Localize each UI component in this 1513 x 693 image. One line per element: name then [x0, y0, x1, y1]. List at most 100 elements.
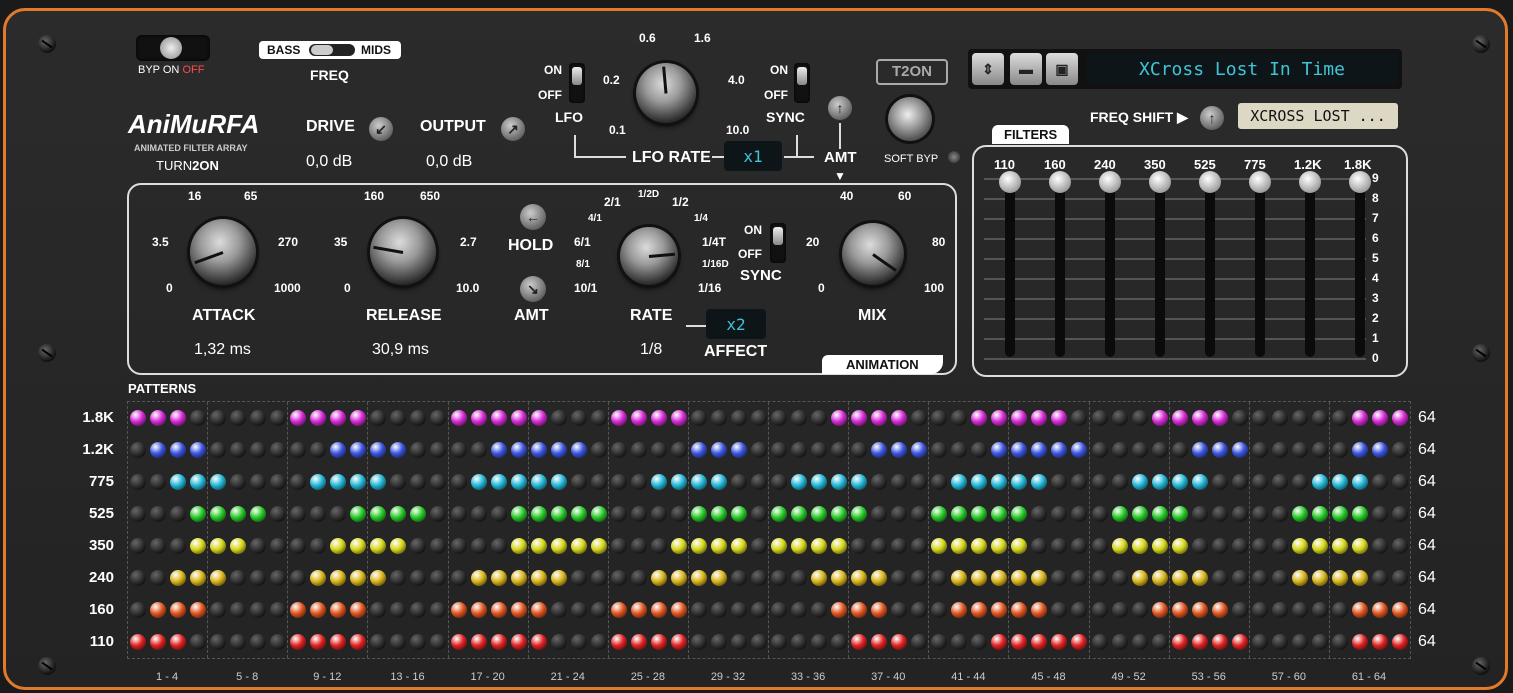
pattern-step[interactable]: [791, 538, 808, 554]
save-icon[interactable]: ▣: [1046, 53, 1078, 85]
pattern-step[interactable]: [1011, 442, 1028, 458]
pattern-step[interactable]: [290, 634, 307, 650]
pattern-step[interactable]: [650, 538, 667, 554]
pattern-step[interactable]: [1151, 442, 1168, 458]
pattern-step[interactable]: [831, 506, 848, 522]
pattern-step[interactable]: [210, 442, 227, 458]
pattern-step[interactable]: [791, 602, 808, 618]
pattern-step[interactable]: [650, 634, 667, 650]
pattern-step[interactable]: [1011, 410, 1028, 426]
pattern-step[interactable]: [230, 442, 247, 458]
pattern-step[interactable]: [330, 442, 347, 458]
pattern-step[interactable]: [410, 410, 427, 426]
pattern-step[interactable]: [911, 474, 928, 490]
pattern-step[interactable]: [590, 602, 607, 618]
pattern-step[interactable]: [1191, 410, 1208, 426]
pattern-step[interactable]: [610, 570, 627, 586]
pattern-step[interactable]: [190, 506, 207, 522]
pattern-step[interactable]: [450, 442, 467, 458]
pattern-step[interactable]: [510, 442, 527, 458]
pattern-step[interactable]: [230, 410, 247, 426]
pattern-step[interactable]: [490, 474, 507, 490]
pattern-step[interactable]: [1051, 442, 1068, 458]
pattern-step[interactable]: [791, 474, 808, 490]
pattern-step[interactable]: [710, 410, 727, 426]
pattern-step[interactable]: [150, 538, 167, 554]
pattern-step[interactable]: [1151, 410, 1168, 426]
pattern-step[interactable]: [730, 538, 747, 554]
pattern-step[interactable]: [530, 474, 547, 490]
pattern-step[interactable]: [1211, 634, 1228, 650]
pattern-step[interactable]: [130, 506, 146, 522]
pattern-step[interactable]: [891, 634, 908, 650]
pattern-step[interactable]: [330, 602, 347, 618]
hold-left-arrow-icon[interactable]: ←: [520, 204, 546, 230]
pattern-step[interactable]: [490, 602, 507, 618]
pattern-step[interactable]: [1051, 538, 1068, 554]
pattern-step[interactable]: [290, 538, 307, 554]
pattern-step[interactable]: [1291, 442, 1308, 458]
pattern-step[interactable]: [190, 410, 207, 426]
pattern-step[interactable]: [630, 442, 647, 458]
pattern-step[interactable]: [811, 410, 828, 426]
pattern-step[interactable]: [1271, 410, 1288, 426]
pattern-step[interactable]: [730, 442, 747, 458]
pattern-step[interactable]: [350, 410, 367, 426]
preset-updown-icon[interactable]: ⇕: [972, 53, 1004, 85]
filter-fader-track[interactable]: [1105, 177, 1115, 357]
pattern-step[interactable]: [250, 474, 267, 490]
pattern-step[interactable]: [150, 474, 167, 490]
pattern-step[interactable]: [630, 474, 647, 490]
pattern-step[interactable]: [911, 442, 928, 458]
pattern-step[interactable]: [1111, 474, 1128, 490]
pattern-step[interactable]: [971, 634, 988, 650]
pattern-step[interactable]: [1131, 410, 1148, 426]
pattern-step[interactable]: [1351, 442, 1368, 458]
pattern-step[interactable]: [490, 506, 507, 522]
pattern-step[interactable]: [730, 602, 747, 618]
pattern-step[interactable]: [570, 570, 587, 586]
pattern-step[interactable]: [811, 570, 828, 586]
pattern-step[interactable]: [170, 410, 187, 426]
pattern-step[interactable]: [330, 410, 347, 426]
pattern-step[interactable]: [570, 506, 587, 522]
pattern-step[interactable]: [1331, 570, 1348, 586]
pattern-step[interactable]: [730, 634, 747, 650]
rate-multiplier[interactable]: x2: [706, 309, 766, 339]
pattern-step[interactable]: [1371, 410, 1388, 426]
pattern-step[interactable]: [730, 410, 747, 426]
pattern-step[interactable]: [1291, 474, 1308, 490]
pattern-step[interactable]: [210, 602, 227, 618]
pattern-step[interactable]: [730, 570, 747, 586]
pattern-step[interactable]: [1131, 474, 1148, 490]
pattern-step[interactable]: [350, 538, 367, 554]
pattern-step[interactable]: [1231, 474, 1248, 490]
pattern-step[interactable]: [1171, 602, 1188, 618]
pattern-step[interactable]: [170, 634, 187, 650]
pattern-step[interactable]: [710, 538, 727, 554]
pattern-step[interactable]: [871, 602, 888, 618]
pattern-step[interactable]: [130, 442, 146, 458]
pattern-step[interactable]: [931, 602, 948, 618]
pattern-step[interactable]: [290, 506, 307, 522]
pattern-step[interactable]: [150, 410, 167, 426]
pattern-step[interactable]: [390, 410, 407, 426]
pattern-step[interactable]: [791, 410, 808, 426]
pattern-step[interactable]: [1351, 506, 1368, 522]
freq-switch[interactable]: BASS MIDS: [259, 41, 401, 59]
amt-up-arrow-icon[interactable]: ↑: [828, 96, 852, 120]
pattern-step[interactable]: [470, 602, 487, 618]
pattern-step[interactable]: [370, 538, 387, 554]
pattern-step[interactable]: [1091, 442, 1108, 458]
pattern-step[interactable]: [1131, 634, 1148, 650]
pattern-step[interactable]: [450, 602, 467, 618]
pattern-step[interactable]: [650, 506, 667, 522]
attack-knob[interactable]: [190, 219, 256, 285]
pattern-step[interactable]: [1291, 410, 1308, 426]
pattern-step[interactable]: [771, 602, 787, 618]
pattern-step[interactable]: [931, 410, 948, 426]
filter-fader-handle[interactable]: [1299, 171, 1321, 193]
pattern-step[interactable]: [951, 442, 968, 458]
pattern-step[interactable]: [750, 570, 767, 586]
pattern-step[interactable]: [1091, 570, 1108, 586]
